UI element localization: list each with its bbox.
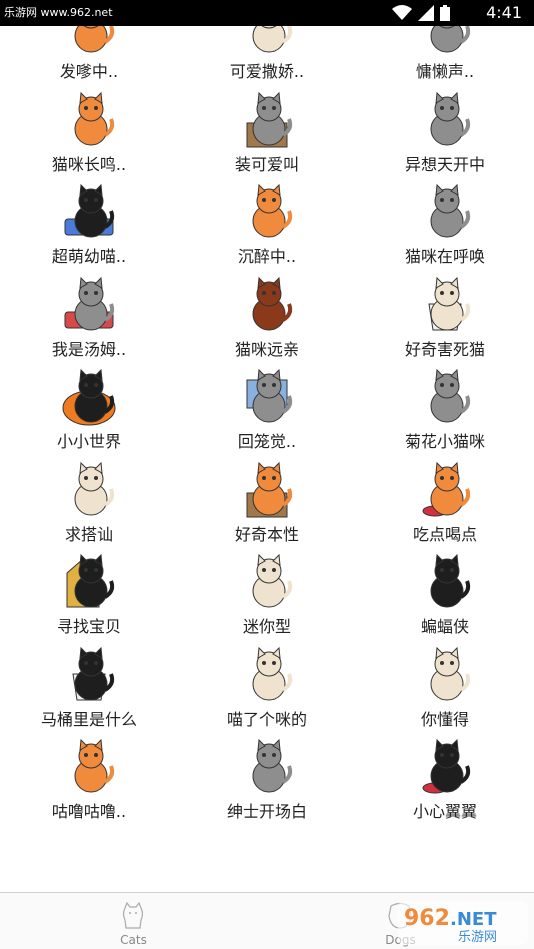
grid-item[interactable]: 小心翼翼: [356, 736, 534, 828]
grid-item-label: 猫咪远亲: [234, 339, 299, 359]
grey-cat-icon: [430, 26, 471, 53]
tab-cats-label: Cats: [120, 933, 147, 947]
grid-item-label: 可爱撒娇..: [229, 62, 305, 81]
grid-item[interactable]: 好奇本性: [178, 459, 356, 551]
grid-item-label: 菊花小猫咪: [404, 432, 485, 451]
grid-item[interactable]: 求搭讪: [0, 459, 178, 551]
octopus-cat-icon: [430, 91, 471, 145]
cat-in-box-icon: [246, 91, 293, 147]
status-bar: 乐游网 www.962.net 4:41: [0, 0, 534, 26]
lion-icon: [252, 276, 293, 330]
bat-cat-icon: [430, 553, 471, 608]
battery-icon: [440, 5, 450, 21]
grid-item-label: 好奇本性: [234, 524, 299, 544]
grid-item[interactable]: 寻找宝贝: [0, 551, 178, 643]
grid-item[interactable]: 绅士开场白: [178, 736, 356, 828]
grid-item-label: 发嗲中..: [59, 62, 119, 81]
black-cat-toilet-icon: [72, 646, 115, 700]
cat-tab-icon: [122, 902, 144, 929]
grid-item-label: 我是汤姆..: [51, 339, 127, 359]
site-label: 乐游网 www.962.net: [4, 6, 113, 19]
grid-item[interactable]: 猫咪在呼唤: [356, 181, 534, 273]
svg-text:962: 962: [404, 906, 450, 931]
grid-item-label: 慵懒声..: [415, 62, 475, 81]
grid-item[interactable]: 小小世界: [0, 366, 178, 458]
grid-item[interactable]: 好奇害死猫: [356, 274, 534, 366]
svg-text:乐游网: 乐游网: [458, 930, 497, 945]
grid-item-label: 寻找宝贝: [56, 617, 121, 636]
grid-item[interactable]: 发嗲中..: [0, 26, 178, 88]
grid-item[interactable]: 猫咪长鸣..: [0, 89, 178, 181]
grid-item[interactable]: 菊花小猫咪: [356, 366, 534, 458]
grid-item[interactable]: 可爱撒娇..: [178, 26, 356, 88]
svg-text:.NET: .NET: [450, 909, 497, 930]
grid-item[interactable]: 慵懒声..: [356, 26, 534, 88]
tab-cats[interactable]: Cats: [0, 893, 267, 949]
grid-item[interactable]: 我是汤姆..: [0, 274, 178, 366]
grid-item[interactable]: 马桶里是什么: [0, 644, 178, 736]
cat-in-gift-box-icon: [246, 461, 293, 517]
wifi-icon: [392, 5, 412, 20]
orange-cat-icon: [74, 26, 115, 53]
sound-grid: 发嗲中.. 可爱撒娇.. 慵懒声.. 猫咪长鸣.. 装可爱叫 异想天开中 超萌幼…: [0, 26, 534, 892]
grid-item-label: 异想天开中: [404, 154, 485, 174]
mummy-cat-icon: [252, 646, 293, 700]
grey-cat-dancing-icon: [430, 183, 471, 238]
grid-item[interactable]: 吃点喝点: [356, 459, 534, 551]
cat-with-hearts-icon: [430, 646, 471, 700]
grey-dog-cat-icon: [252, 738, 293, 793]
grid-item[interactable]: 猫咪远亲: [178, 274, 356, 366]
grid-item-label: 小小世界: [56, 432, 121, 451]
laptop-cat-icon: [246, 368, 293, 423]
grid-item[interactable]: 咕噜咕噜..: [0, 736, 178, 828]
grid-item-label: 好奇害死猫: [404, 339, 485, 359]
grid-item-label: 你懂得: [420, 709, 469, 729]
signal-icon: [418, 5, 434, 21]
status-time: 4:41: [486, 3, 522, 22]
grid-item[interactable]: 你懂得: [356, 644, 534, 736]
cat-doghouse-icon: [66, 553, 115, 608]
cat-in-toilet-icon: [428, 276, 471, 330]
ghost-cat-icon: [252, 553, 293, 608]
status-site-text: 乐游网 www.962.net: [4, 4, 113, 20]
grid-item[interactable]: 沉醉中..: [178, 181, 356, 273]
grid-item-label: 猫咪在呼唤: [404, 247, 485, 266]
white-cat-icon: [252, 26, 293, 53]
grid-item-label: 绅士开场白: [226, 802, 307, 821]
grid-item[interactable]: 装可爱叫: [178, 89, 356, 181]
pumpkin-cat-icon: [62, 368, 116, 426]
grid-item-label: 回笼觉..: [237, 432, 297, 451]
grid-item[interactable]: 喵了个咪的: [178, 644, 356, 736]
grid-item-label: 迷你型: [242, 617, 291, 636]
grid-item-label: 吃点喝点: [412, 524, 477, 544]
grid-item[interactable]: 超萌幼喵..: [0, 181, 178, 273]
orange-cat-standing-icon: [252, 183, 293, 238]
bottom-navigation: Cats Dogs 962 .NET 乐游网: [0, 892, 534, 949]
cat-with-bowl-icon: [422, 461, 471, 516]
grid-item-label: 喵了个咪的: [226, 709, 307, 729]
grid-item-label: 求搭讪: [64, 524, 113, 544]
orange-cat-sitting-icon: [74, 738, 115, 793]
grid-item-label: 装可爱叫: [234, 154, 299, 174]
grid-item-label: 沉醉中..: [237, 247, 297, 266]
grid-item[interactable]: 迷你型: [178, 551, 356, 643]
grid-item[interactable]: 回笼觉..: [178, 366, 356, 458]
orange-cat-in-bubble-icon: [74, 91, 115, 145]
status-icons: [392, 5, 450, 21]
grid-item[interactable]: 蝙蝠侠: [356, 551, 534, 643]
black-cat-in-tub-icon: [64, 183, 115, 238]
cat-fishbowl-icon: [422, 738, 471, 794]
cat-in-basket-icon: [64, 276, 115, 330]
cat-with-flower-icon: [74, 461, 115, 515]
grid-item-label: 蝙蝠侠: [420, 617, 469, 636]
grid-item[interactable]: 异想天开中: [356, 89, 534, 181]
grid-item-label: 咕噜咕噜..: [51, 802, 127, 821]
grid-item-label: 猫咪长鸣..: [51, 154, 127, 174]
watermark-logo: 962 .NET 乐游网: [398, 901, 528, 945]
grey-cat-back-icon: [430, 368, 471, 423]
grid-item-label: 马桶里是什么: [40, 709, 137, 729]
grid-item-label: 超萌幼喵..: [51, 247, 127, 266]
grid-item-label: 小心翼翼: [412, 802, 477, 821]
